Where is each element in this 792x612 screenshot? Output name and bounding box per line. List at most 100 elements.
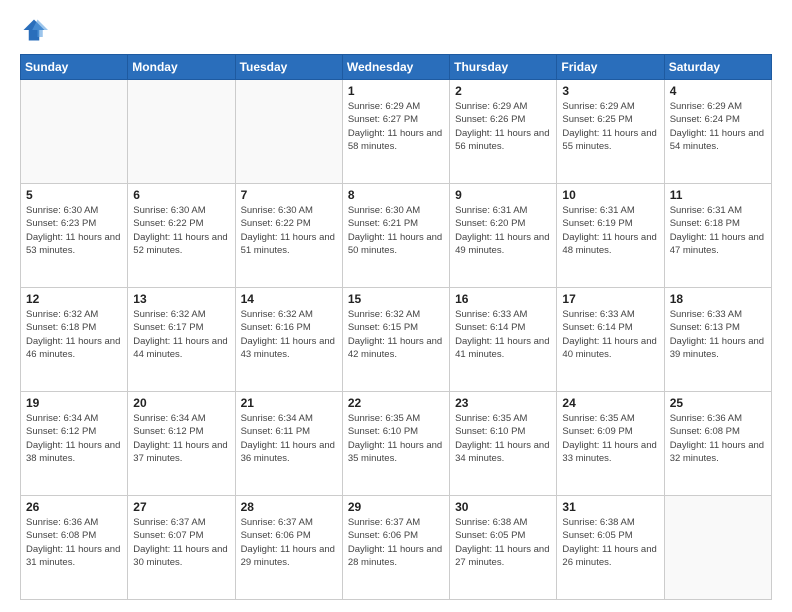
calendar-cell: 31 Sunrise: 6:38 AMSunset: 6:05 PMDayligh… xyxy=(557,496,664,600)
day-info: Sunrise: 6:29 AMSunset: 6:27 PMDaylight:… xyxy=(348,100,444,153)
day-info: Sunrise: 6:30 AMSunset: 6:22 PMDaylight:… xyxy=(241,204,337,257)
day-info: Sunrise: 6:29 AMSunset: 6:25 PMDaylight:… xyxy=(562,100,658,153)
day-info: Sunrise: 6:32 AMSunset: 6:18 PMDaylight:… xyxy=(26,308,122,361)
day-info: Sunrise: 6:33 AMSunset: 6:14 PMDaylight:… xyxy=(455,308,551,361)
day-info: Sunrise: 6:35 AMSunset: 6:09 PMDaylight:… xyxy=(562,412,658,465)
calendar-cell: 7 Sunrise: 6:30 AMSunset: 6:22 PMDaylight… xyxy=(235,184,342,288)
calendar-cell: 29Sunrise: 6:37 AMSunset: 6:06 PMDayligh… xyxy=(342,496,449,600)
day-number: 4 xyxy=(670,84,766,98)
day-info: Sunrise: 6:34 AMSunset: 6:12 PMDaylight:… xyxy=(133,412,229,465)
weekday-header-thursday: Thursday xyxy=(450,55,557,80)
calendar-cell xyxy=(235,80,342,184)
day-number: 7 xyxy=(241,188,337,202)
calendar-cell: 14 Sunrise: 6:32 AMSunset: 6:16 PMDayligh… xyxy=(235,288,342,392)
day-number: 13 xyxy=(133,292,229,306)
day-number: 15 xyxy=(348,292,444,306)
calendar-cell: 11Sunrise: 6:31 AMSunset: 6:18 PMDayligh… xyxy=(664,184,771,288)
day-number: 17 xyxy=(562,292,658,306)
calendar-cell: 26 Sunrise: 6:36 AMSunset: 6:08 PMDayligh… xyxy=(21,496,128,600)
day-number: 23 xyxy=(455,396,551,410)
day-info: Sunrise: 6:37 AMSunset: 6:07 PMDaylight:… xyxy=(133,516,229,569)
logo-icon xyxy=(20,16,48,44)
calendar-cell: 24 Sunrise: 6:35 AMSunset: 6:09 PMDayligh… xyxy=(557,392,664,496)
weekday-header-tuesday: Tuesday xyxy=(235,55,342,80)
day-number: 20 xyxy=(133,396,229,410)
weekday-header-sunday: Sunday xyxy=(21,55,128,80)
calendar-cell: 6 Sunrise: 6:30 AMSunset: 6:22 PMDaylight… xyxy=(128,184,235,288)
day-number: 19 xyxy=(26,396,122,410)
day-number: 25 xyxy=(670,396,766,410)
week-row-1: 5 Sunrise: 6:30 AMSunset: 6:23 PMDaylight… xyxy=(21,184,772,288)
page: SundayMondayTuesdayWednesdayThursdayFrid… xyxy=(0,0,792,612)
day-number: 21 xyxy=(241,396,337,410)
calendar-cell: 22 Sunrise: 6:35 AMSunset: 6:10 PMDayligh… xyxy=(342,392,449,496)
day-info: Sunrise: 6:30 AMSunset: 6:23 PMDaylight:… xyxy=(26,204,122,257)
day-number: 12 xyxy=(26,292,122,306)
day-info: Sunrise: 6:31 AMSunset: 6:19 PMDaylight:… xyxy=(562,204,658,257)
calendar-cell: 2 Sunrise: 6:29 AMSunset: 6:26 PMDaylight… xyxy=(450,80,557,184)
header xyxy=(20,16,772,44)
weekday-header-friday: Friday xyxy=(557,55,664,80)
day-number: 8 xyxy=(348,188,444,202)
calendar-cell: 13 Sunrise: 6:32 AMSunset: 6:17 PMDayligh… xyxy=(128,288,235,392)
day-number: 31 xyxy=(562,500,658,514)
day-number: 14 xyxy=(241,292,337,306)
day-info: Sunrise: 6:37 AMSunset: 6:06 PMDaylight:… xyxy=(348,516,444,569)
day-number: 5 xyxy=(26,188,122,202)
day-info: Sunrise: 6:32 AMSunset: 6:15 PMDaylight:… xyxy=(348,308,444,361)
calendar-cell: 21Sunrise: 6:34 AMSunset: 6:11 PMDayligh… xyxy=(235,392,342,496)
week-row-0: 1 Sunrise: 6:29 AMSunset: 6:27 PMDaylight… xyxy=(21,80,772,184)
day-number: 22 xyxy=(348,396,444,410)
calendar-cell: 9 Sunrise: 6:31 AMSunset: 6:20 PMDaylight… xyxy=(450,184,557,288)
calendar-cell xyxy=(664,496,771,600)
day-info: Sunrise: 6:29 AMSunset: 6:24 PMDaylight:… xyxy=(670,100,766,153)
day-info: Sunrise: 6:36 AMSunset: 6:08 PMDaylight:… xyxy=(26,516,122,569)
day-info: Sunrise: 6:36 AMSunset: 6:08 PMDaylight:… xyxy=(670,412,766,465)
calendar-cell: 19 Sunrise: 6:34 AMSunset: 6:12 PMDayligh… xyxy=(21,392,128,496)
day-number: 27 xyxy=(133,500,229,514)
calendar-cell: 23 Sunrise: 6:35 AMSunset: 6:10 PMDayligh… xyxy=(450,392,557,496)
day-info: Sunrise: 6:30 AMSunset: 6:21 PMDaylight:… xyxy=(348,204,444,257)
calendar-cell: 25 Sunrise: 6:36 AMSunset: 6:08 PMDayligh… xyxy=(664,392,771,496)
week-row-2: 12 Sunrise: 6:32 AMSunset: 6:18 PMDayligh… xyxy=(21,288,772,392)
day-info: Sunrise: 6:30 AMSunset: 6:22 PMDaylight:… xyxy=(133,204,229,257)
calendar-cell: 20 Sunrise: 6:34 AMSunset: 6:12 PMDayligh… xyxy=(128,392,235,496)
day-number: 9 xyxy=(455,188,551,202)
day-info: Sunrise: 6:35 AMSunset: 6:10 PMDaylight:… xyxy=(348,412,444,465)
day-info: Sunrise: 6:32 AMSunset: 6:17 PMDaylight:… xyxy=(133,308,229,361)
day-info: Sunrise: 6:35 AMSunset: 6:10 PMDaylight:… xyxy=(455,412,551,465)
week-row-3: 19 Sunrise: 6:34 AMSunset: 6:12 PMDayligh… xyxy=(21,392,772,496)
weekday-header-row: SundayMondayTuesdayWednesdayThursdayFrid… xyxy=(21,55,772,80)
calendar-cell: 16Sunrise: 6:33 AMSunset: 6:14 PMDayligh… xyxy=(450,288,557,392)
logo xyxy=(20,16,52,44)
day-number: 26 xyxy=(26,500,122,514)
day-info: Sunrise: 6:38 AMSunset: 6:05 PMDaylight:… xyxy=(455,516,551,569)
weekday-header-saturday: Saturday xyxy=(664,55,771,80)
day-info: Sunrise: 6:33 AMSunset: 6:14 PMDaylight:… xyxy=(562,308,658,361)
day-info: Sunrise: 6:29 AMSunset: 6:26 PMDaylight:… xyxy=(455,100,551,153)
day-number: 28 xyxy=(241,500,337,514)
calendar-cell: 27 Sunrise: 6:37 AMSunset: 6:07 PMDayligh… xyxy=(128,496,235,600)
day-info: Sunrise: 6:31 AMSunset: 6:20 PMDaylight:… xyxy=(455,204,551,257)
weekday-header-wednesday: Wednesday xyxy=(342,55,449,80)
day-info: Sunrise: 6:34 AMSunset: 6:12 PMDaylight:… xyxy=(26,412,122,465)
day-info: Sunrise: 6:32 AMSunset: 6:16 PMDaylight:… xyxy=(241,308,337,361)
calendar-cell: 10Sunrise: 6:31 AMSunset: 6:19 PMDayligh… xyxy=(557,184,664,288)
day-number: 2 xyxy=(455,84,551,98)
calendar-cell: 30Sunrise: 6:38 AMSunset: 6:05 PMDayligh… xyxy=(450,496,557,600)
calendar-cell: 12 Sunrise: 6:32 AMSunset: 6:18 PMDayligh… xyxy=(21,288,128,392)
day-number: 24 xyxy=(562,396,658,410)
calendar-cell xyxy=(21,80,128,184)
weekday-header-monday: Monday xyxy=(128,55,235,80)
day-info: Sunrise: 6:38 AMSunset: 6:05 PMDaylight:… xyxy=(562,516,658,569)
day-number: 1 xyxy=(348,84,444,98)
day-info: Sunrise: 6:33 AMSunset: 6:13 PMDaylight:… xyxy=(670,308,766,361)
day-number: 11 xyxy=(670,188,766,202)
week-row-4: 26 Sunrise: 6:36 AMSunset: 6:08 PMDayligh… xyxy=(21,496,772,600)
calendar-cell: 1 Sunrise: 6:29 AMSunset: 6:27 PMDaylight… xyxy=(342,80,449,184)
calendar-cell xyxy=(128,80,235,184)
calendar-cell: 4 Sunrise: 6:29 AMSunset: 6:24 PMDaylight… xyxy=(664,80,771,184)
day-number: 3 xyxy=(562,84,658,98)
day-number: 18 xyxy=(670,292,766,306)
day-number: 6 xyxy=(133,188,229,202)
